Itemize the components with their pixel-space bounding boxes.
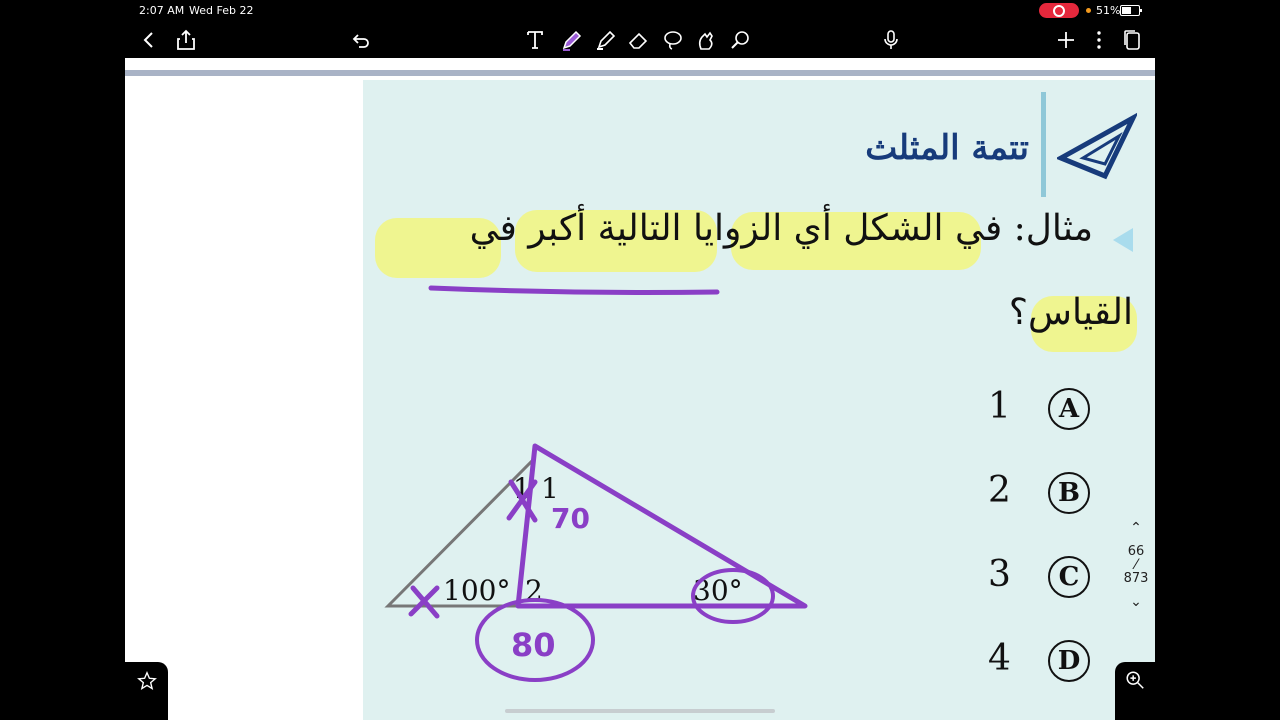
page-up-icon[interactable]: ⌃ xyxy=(1118,520,1154,536)
pen-tool-icon xyxy=(562,30,582,51)
battery-icon xyxy=(1120,5,1142,16)
toolbar xyxy=(125,22,1155,58)
microphone-button[interactable] xyxy=(877,26,905,54)
choice-number: 4 xyxy=(988,638,1011,679)
choice-letter: A xyxy=(1048,388,1090,430)
undo-button[interactable] xyxy=(347,26,375,54)
choice-number: 3 xyxy=(988,554,1011,595)
highlighter-tool-icon xyxy=(597,30,616,50)
image-tool-button[interactable] xyxy=(692,26,720,54)
handwritten-note: 80 xyxy=(511,626,556,664)
choice-letter: C xyxy=(1048,556,1090,598)
total-pages: 873 xyxy=(1123,571,1149,586)
highlighter-tool-button[interactable] xyxy=(592,26,620,54)
heading-divider xyxy=(1041,92,1046,197)
share-icon xyxy=(177,29,195,50)
pen-tool-button[interactable] xyxy=(558,26,586,54)
image-tool-icon xyxy=(698,31,713,50)
more-button[interactable] xyxy=(1085,26,1113,54)
choice-b[interactable]: 2 B xyxy=(988,470,1108,520)
triangle-figure: 1 1 100° 2 30° 70 80 xyxy=(384,443,808,682)
microphone-icon xyxy=(884,30,898,49)
more-icon xyxy=(1097,31,1101,49)
star-icon xyxy=(137,671,157,690)
laser-pointer-icon xyxy=(731,31,749,49)
choice-number: 1 xyxy=(988,386,1011,427)
mic-in-use-dot xyxy=(1086,8,1091,13)
add-icon xyxy=(1058,32,1074,48)
handwritten-note: 70 xyxy=(551,502,590,535)
status-date: Wed Feb 22 xyxy=(189,4,254,17)
question-text-line1: مثال: في الشكل أي الزوايا التالية أكبر ف… xyxy=(469,208,1093,249)
choice-letter: B xyxy=(1048,472,1090,514)
zoom-in-icon xyxy=(1126,671,1144,689)
choice-a[interactable]: 1 A xyxy=(988,386,1108,436)
share-button[interactable] xyxy=(172,26,200,54)
pages-button[interactable] xyxy=(1118,26,1146,54)
lasso-tool-button[interactable] xyxy=(659,26,687,54)
laser-pointer-button[interactable] xyxy=(726,26,754,54)
triangle-ruler-icon xyxy=(1057,112,1137,180)
angle-label: 100° xyxy=(443,574,510,607)
page-down-icon[interactable]: ⌄ xyxy=(1118,594,1154,610)
page-navigator[interactable]: ⌃ 66 ⁄ 873 ⌄ xyxy=(1118,520,1154,610)
add-page-button[interactable] xyxy=(1052,26,1080,54)
zoom-button[interactable] xyxy=(1115,662,1155,720)
choice-letter: D xyxy=(1048,640,1090,682)
angle-label: 1 xyxy=(541,472,559,505)
choice-number: 2 xyxy=(988,470,1011,511)
lasso-tool-icon xyxy=(664,31,682,50)
screen-recording-indicator[interactable] xyxy=(1039,3,1079,18)
cross-mark xyxy=(408,585,440,619)
document-content[interactable]: تتمة المثلث مثال: في الشكل أي الزوايا ال… xyxy=(363,80,1155,720)
text-tool-icon xyxy=(527,31,543,49)
choice-c[interactable]: 3 C xyxy=(988,554,1108,604)
eraser-tool-icon xyxy=(628,32,648,49)
question-text-line2: القياس؟ xyxy=(1008,292,1133,333)
choice-d[interactable]: 4 D xyxy=(988,638,1108,688)
pages-icon xyxy=(1124,30,1140,50)
page-title: تتمة المثلث xyxy=(865,128,1029,168)
back-button[interactable] xyxy=(135,26,163,54)
handwritten-underline xyxy=(428,285,720,295)
page-top-border xyxy=(125,70,1155,76)
battery-percent: 51% xyxy=(1096,4,1121,17)
eraser-tool-button[interactable] xyxy=(625,26,653,54)
status-time: 2:07 AM xyxy=(139,4,185,17)
back-chevron-icon xyxy=(143,32,153,48)
example-arrow-icon xyxy=(1113,228,1133,252)
favorite-button[interactable] xyxy=(125,662,168,720)
scroll-indicator[interactable] xyxy=(505,709,775,713)
text-tool-button[interactable] xyxy=(521,26,549,54)
status-bar: 2:07 AM Wed Feb 22 51% xyxy=(0,0,1280,22)
document-page[interactable]: تتمة المثلث مثال: في الشكل أي الزوايا ال… xyxy=(125,58,1155,720)
undo-icon xyxy=(352,34,369,48)
